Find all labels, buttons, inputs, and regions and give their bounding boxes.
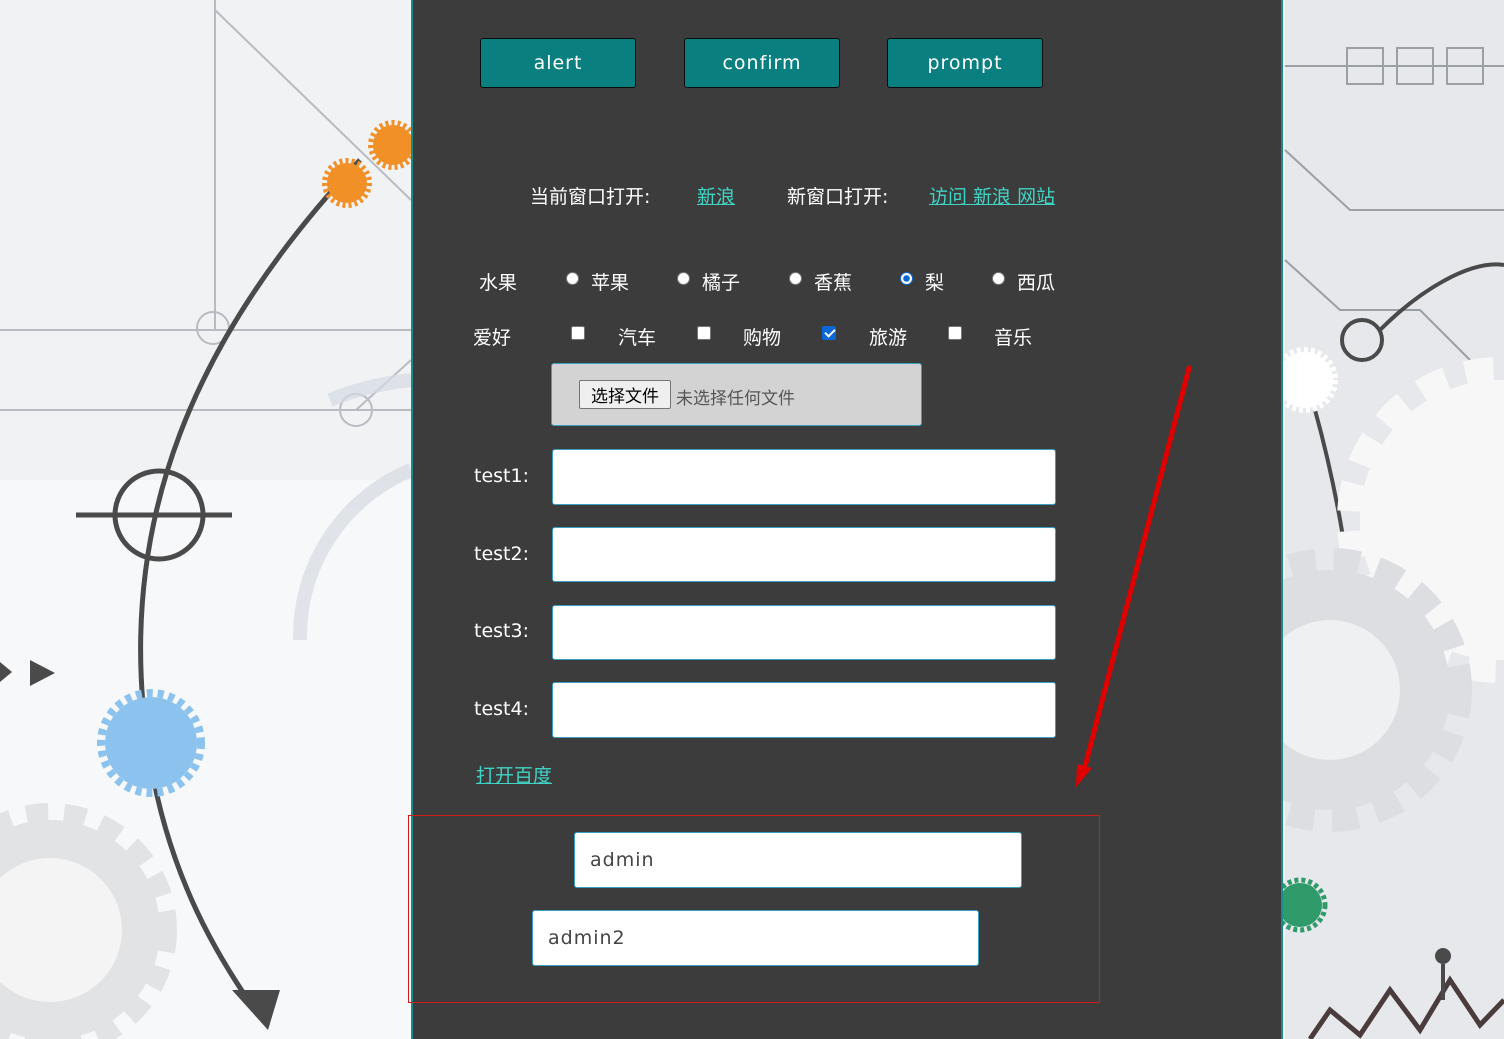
radio-label-watermelon: 西瓜 — [1017, 272, 1056, 294]
checkbox-travel[interactable] — [822, 326, 836, 340]
main-panel: alert confirm prompt 当前窗口打开: 新浪 新窗口打开: 访… — [411, 0, 1283, 1039]
file-upload: 选择文件 未选择任何文件 — [551, 363, 922, 426]
prompt-button[interactable]: prompt — [887, 38, 1043, 88]
open-baidu-link[interactable]: 打开百度 — [476, 761, 552, 788]
admin-input[interactable]: admin — [574, 832, 1022, 888]
test1-label: test1: — [474, 465, 529, 487]
checkbox-music[interactable] — [948, 326, 962, 340]
checkbox-label-travel: 旅游 — [869, 327, 908, 349]
radio-label-pear: 梨 — [925, 272, 945, 294]
test4-input[interactable] — [552, 682, 1056, 738]
sina-link[interactable]: 新浪 — [697, 182, 735, 209]
test1-input[interactable] — [552, 449, 1056, 505]
radio-label-orange: 橘子 — [702, 272, 741, 294]
admin2-input[interactable]: admin2 — [532, 910, 979, 966]
test2-label: test2: — [474, 543, 529, 565]
radio-apple[interactable] — [566, 272, 579, 285]
current-window-label: 当前窗口打开: — [530, 186, 651, 208]
radio-orange[interactable] — [677, 272, 690, 285]
checkbox-label-music: 音乐 — [994, 327, 1033, 349]
radio-label-banana: 香蕉 — [814, 272, 853, 294]
test4-label: test4: — [474, 698, 529, 720]
radio-label-apple: 苹果 — [591, 272, 630, 294]
radio-watermelon[interactable] — [992, 272, 1005, 285]
test3-input[interactable] — [552, 605, 1056, 660]
file-status: 未选择任何文件 — [676, 389, 795, 409]
confirm-button[interactable]: confirm — [684, 38, 840, 88]
visit-sina-link[interactable]: 访问 新浪 网站 — [929, 182, 1055, 209]
new-window-label: 新窗口打开: — [787, 186, 889, 208]
checkbox-car[interactable] — [571, 326, 585, 340]
hobby-label: 爱好 — [473, 327, 512, 349]
checkbox-label-car: 汽车 — [618, 327, 657, 349]
test3-label: test3: — [474, 620, 529, 642]
fruit-label: 水果 — [479, 272, 518, 294]
radio-banana[interactable] — [789, 272, 802, 285]
test2-input[interactable] — [552, 527, 1056, 582]
checkbox-shopping[interactable] — [697, 326, 711, 340]
alert-button[interactable]: alert — [480, 38, 636, 88]
checkbox-label-shopping: 购物 — [743, 327, 782, 349]
radio-pear[interactable] — [900, 272, 913, 285]
choose-file-button[interactable]: 选择文件 — [579, 380, 671, 409]
